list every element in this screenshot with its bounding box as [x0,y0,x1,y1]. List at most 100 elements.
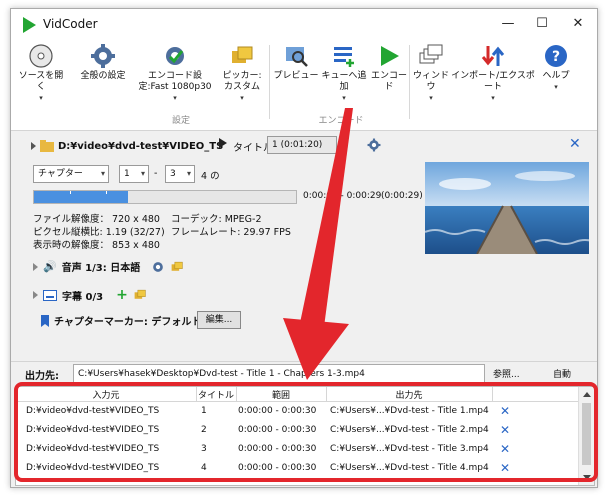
folders-icon [232,46,253,63]
audio-label: 音声 1/3: 日本語 [61,263,141,274]
source-panel: D:¥video¥dvd-test¥VIDEO_TS タイトル: 1 (0:01… [11,131,597,361]
collapse-triangle-icon[interactable] [31,142,36,150]
chevron-down-icon: ▾ [140,169,145,178]
window-menu-label: ウィンドウ [412,71,449,92]
folders-icon[interactable] [170,260,184,274]
close-source-button[interactable]: ✕ [569,136,581,152]
gear-icon[interactable] [367,138,381,152]
subtitle-section[interactable]: 字幕 0/3 + [33,287,147,303]
edit-chapters-button[interactable]: 編集... [197,311,241,329]
chapter-tick [70,191,71,194]
audio-section[interactable]: 🔊 音声 1/3: 日本語 [33,259,184,274]
ribbon-separator [409,45,410,119]
range-mode-select[interactable]: チャプター ▾ [33,165,109,183]
preview-label: プレビュー [273,71,319,81]
help-icon: ? [545,45,567,67]
source-path: D:¥video¥dvd-test¥VIDEO_TS [58,140,224,152]
add-to-queue-label: キューへ追加 [321,71,367,92]
play-small-icon [219,138,227,148]
encode-button[interactable]: エンコード [367,43,411,103]
chevron-down-icon: ▾ [173,94,177,102]
range-end-select[interactable]: 3 ▾ [165,165,195,183]
ribbon-separator [269,45,270,119]
browse-button[interactable]: 参照... [493,367,520,380]
chapter-count: 4 の [201,171,220,182]
encode-settings-label: エンコード設定:Fast 1080p30 [138,71,212,92]
import-export-button[interactable]: インポート/エクスポート ▾ [449,43,537,103]
range-mode-value: チャプター [38,169,83,179]
queue-highlight-box [14,382,598,482]
folders-icon[interactable] [133,288,147,302]
general-settings-button[interactable]: 全般の設定 [77,43,129,103]
disc-icon [29,44,53,68]
vidcoder-logo-icon [23,17,36,33]
picker-label: ピッカー: カスタム [222,71,262,92]
magnifier-icon [286,47,308,67]
windows-icon [419,44,443,64]
encode-label: エンコード [370,71,407,92]
file-resolution: ファイル解像度： 720 x 480 [33,214,160,225]
range-start-value: 1 [124,169,130,179]
gear-check-icon [166,47,184,65]
play-icon [381,46,399,66]
chevron-down-icon: ▾ [554,83,558,91]
range-progress-bar[interactable] [33,190,297,204]
title-bar: VidCoder — ☐ ✕ [11,9,597,39]
import-export-label: インポート/エクスポート [451,71,535,92]
preview-button[interactable]: プレビュー [273,43,319,103]
expand-triangle-icon[interactable] [33,291,38,299]
minimize-button[interactable]: — [493,13,523,35]
speaker-icon: 🔊 [43,260,57,273]
open-source-label: ソースを開く [18,71,64,92]
chevron-down-icon: ▾ [186,169,191,178]
window-title: VidCoder [43,17,98,31]
open-source-button[interactable]: ソースを開く ▾ [17,43,65,103]
codec: コーデック: MPEG-2 [171,214,262,225]
chapter-tick [106,191,107,194]
chapter-marker-label: チャプターマーカー: デフォルト [54,317,202,328]
maximize-button[interactable]: ☐ [527,13,557,35]
range-start-select[interactable]: 1 ▾ [119,165,149,183]
chevron-down-icon: ▾ [342,94,346,102]
add-subtitle-button[interactable]: + [116,287,128,303]
encode-group-label: エンコード [318,116,364,126]
display-resolution: 表示時の解像度： 853 x 480 [33,240,160,251]
gear-icon[interactable] [151,260,165,274]
folder-icon [40,140,54,152]
duration: (0:00:29) [381,191,423,201]
gear-icon [91,44,115,68]
subtitle-label: 字幕 0/3 [62,291,104,303]
chevron-down-icon: ▾ [429,94,433,102]
add-to-queue-button[interactable]: キューへ追加 ▾ [319,43,369,103]
source-path-row: D:¥video¥dvd-test¥VIDEO_TS [31,137,223,155]
chapter-marker-section: チャプターマーカー: デフォルト [33,313,201,328]
range-end-value: 3 [170,169,176,179]
expand-triangle-icon[interactable] [33,262,38,271]
time-range: 0:00:00 - 0:00:29 [303,191,382,201]
auto-button[interactable]: 自動 [553,367,571,380]
title-select[interactable]: 1 (0:01:20) [267,136,337,154]
window-menu-button[interactable]: ウィンドウ ▾ [411,43,451,103]
range-progress-fill [34,191,129,203]
output-label: 出力先: [25,371,59,382]
subtitle-icon [43,289,57,301]
framerate: フレームレート: 29.97 FPS [171,227,291,238]
svg-text:?: ? [552,49,560,65]
bookmark-icon [41,314,49,327]
add-queue-icon [334,47,354,67]
picker-button[interactable]: ピッカー: カスタム ▾ [219,43,265,103]
chevron-down-icon: ▾ [240,94,244,102]
chevron-down-icon: ▾ [491,94,495,102]
pixel-aspect: ピクセル縦横比: 1.19 (32/27) [33,227,165,238]
video-preview-image[interactable] [425,162,589,254]
ribbon-toolbar: ソースを開く ▾ 全般の設定 エンコード設定:Fast 1080p30 ▾ ピッ… [11,39,597,131]
range-dash: - [154,168,158,179]
general-settings-label: 全般の設定 [80,71,126,81]
encode-settings-button[interactable]: エンコード設定:Fast 1080p30 ▾ [135,43,215,103]
import-export-icon [481,46,505,66]
output-path-input[interactable]: C:¥Users¥hasek¥Desktop¥Dvd-test - Title … [73,364,485,384]
chevron-down-icon: ▾ [100,169,105,178]
close-button[interactable]: ✕ [563,13,593,35]
settings-group-label: 設定 [171,116,190,126]
help-button[interactable]: ? ヘルプ ▾ [539,43,573,103]
